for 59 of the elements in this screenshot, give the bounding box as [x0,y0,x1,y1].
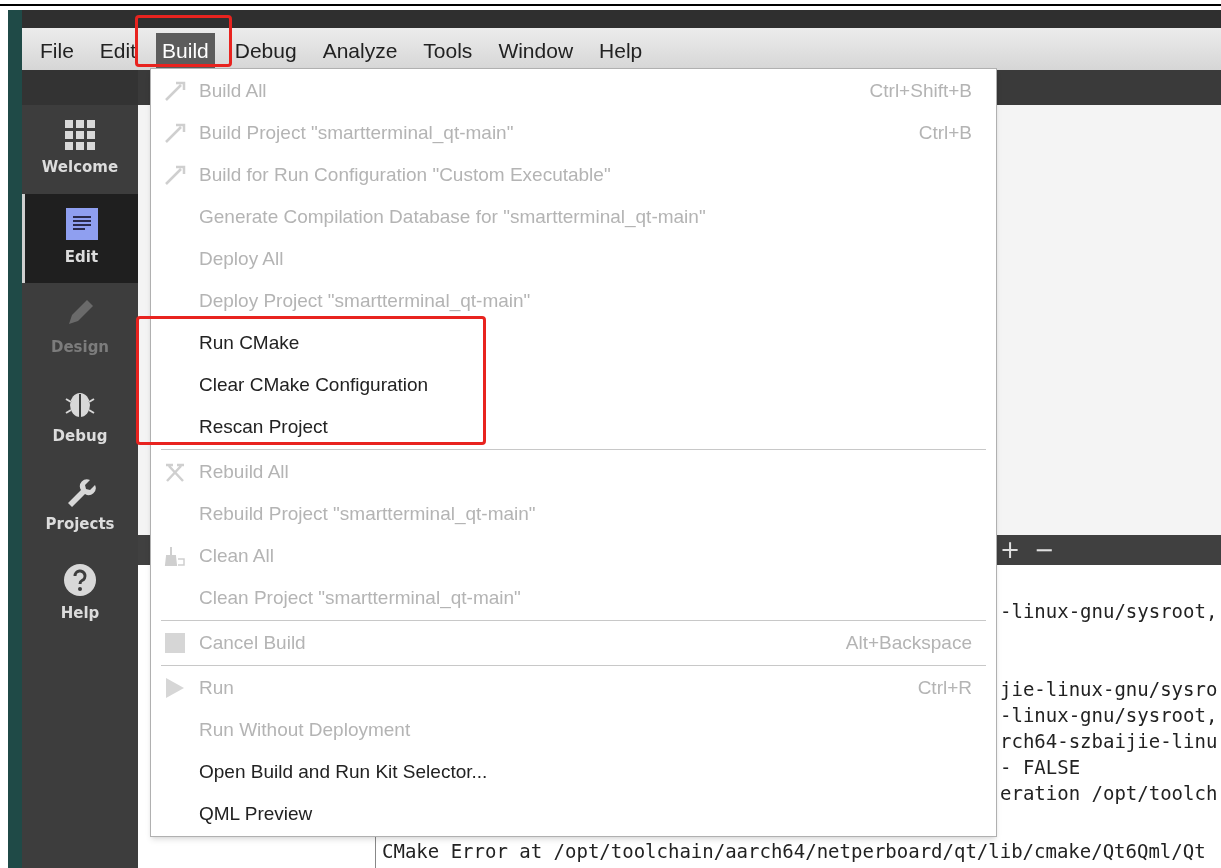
menu-item-label: Build Project "smartterminal_qt-main" [199,120,514,146]
shortcut-label: Alt+Backspace [845,630,972,655]
menu-item-label: QML Preview [199,801,313,826]
menu-item-label: Clean All [199,543,274,568]
menu-item-label: Open Build and Run Kit Selector... [199,759,488,784]
toolbar-button[interactable]: + [1000,538,1021,562]
output-line: eration /opt/toolch [1000,781,1218,806]
menu-item-label: Run [199,675,234,700]
menu-bar-item[interactable]: Tools [417,33,479,69]
shortcut-label: Ctrl+B [918,120,972,145]
menu-item[interactable]: Open Build and Run Kit Selector... [151,751,996,793]
toolbar-button[interactable]: − [1034,538,1055,562]
mode-tab[interactable]: Welcome [22,105,138,194]
help-icon [64,564,96,597]
menu-bar-item[interactable]: Build [156,33,215,69]
menu-item-label: Deploy All [199,246,284,271]
menu-item-label: Generate Compilation Database for "smartterminal_qt-main" [199,204,706,230]
output-line: -linux-gnu/sysroot, [1000,599,1218,624]
menu-item[interactable]: Run CMake [151,322,996,364]
output-line: jie-linux-gnu/sysro [1000,677,1218,702]
mode-tab[interactable]: Help [22,550,138,639]
menu-item-label: Rebuild Project "smartterminal_qt-main" [199,501,536,527]
output-line: rch64-szbaijie-linu [1000,729,1218,754]
menu-bar-item[interactable]: Edit [93,33,143,69]
menu-item-label: Rebuild All [199,459,289,484]
hammer-icon [164,165,186,185]
menu-item-label: Build for Run Configuration "Custom Executable" [199,162,611,187]
menu-item-label: Clear CMake Configuration [199,372,429,397]
mode-tab[interactable]: Debug [22,372,138,461]
document-icon [65,208,98,241]
shortcut-label: Ctrl+R [917,675,972,700]
menu-item-label: Cancel Build [199,630,306,655]
menu-item-label: Rescan Project [199,414,328,439]
menu-item[interactable]: QML Preview [151,793,996,835]
menu-item-label: Deploy Project "smartterminal_qt-main" [199,288,531,314]
output-line: -linux-gnu/sysroot, [1000,703,1218,728]
mode-tab[interactable]: Edit [22,194,138,283]
menu-item-label: Build All [199,78,267,103]
hammer-icon [164,81,186,101]
shortcut-label: Ctrl+Shift+B [869,78,972,103]
grid-icon [65,120,95,151]
menu-bar-item[interactable]: Window [492,33,580,69]
menu-bar-item[interactable]: Help [593,33,649,69]
hammer-icon [164,123,186,143]
crossed-hammers-icon [164,462,186,482]
output-line: - FALSE [1000,755,1081,780]
stop-icon [165,633,185,653]
menu-item[interactable]: Clear CMake Configuration [151,364,996,406]
mode-tab[interactable]: Projects [22,461,138,550]
broom-icon [164,546,186,566]
output-line: CMake Error at /opt/toolchain/aarch64/netperboard/qt/lib/cmake/Qt6Qml/Qt [381,839,1206,864]
menu-item-label: Run CMake [199,330,300,355]
menu-item-label: Clean Project "smartterminal_qt-main" [199,585,521,611]
play-icon [166,678,184,698]
menu-item[interactable]: Rescan Project [151,406,996,448]
menu-bar-item[interactable]: Analyze [316,33,404,69]
menu-item-label: Run Without Deployment [199,717,411,742]
menu-bar-item[interactable]: Debug [228,33,303,69]
menu-bar-item[interactable]: File [34,33,80,69]
